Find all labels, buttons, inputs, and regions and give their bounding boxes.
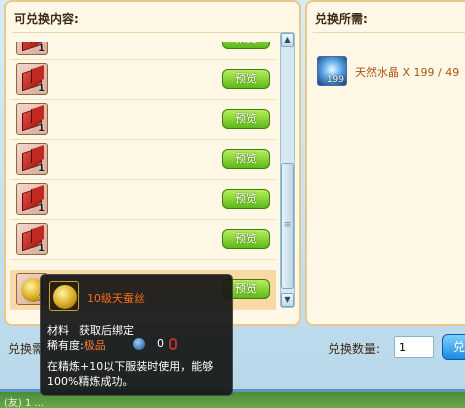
exchange-button[interactable]: 兑 <box>442 334 465 360</box>
bind-count: 0 <box>157 337 164 350</box>
preview-button[interactable]: 预览 <box>222 42 270 49</box>
scroll-down-button[interactable]: ▼ <box>281 293 294 307</box>
scroll-thumb[interactable]: ≡ <box>281 163 294 289</box>
item-count: 1 <box>38 43 45 54</box>
exchange-requirement-panel: 兑换所需: 199 天然水晶 X 199 / 49 <box>305 0 465 326</box>
item-slot-icon[interactable]: 1 <box>16 42 48 55</box>
item-count: 1 <box>38 243 45 254</box>
tooltip-item-name: 10级天蚕丝 <box>87 292 145 305</box>
list-item[interactable]: 1 预览 <box>10 100 276 140</box>
rarity-value: 极品 <box>83 339 106 352</box>
preview-button[interactable]: 预览 <box>222 149 270 169</box>
item-count: 1 <box>38 203 45 214</box>
crystal-icon[interactable]: 199 <box>317 56 347 86</box>
tooltip-description: 在精炼+10以下服装时使用，能够100%精炼成功。 <box>47 360 214 388</box>
tooltip-binding: 获取后绑定 <box>79 324 134 337</box>
preview-button[interactable]: 预览 <box>222 189 270 209</box>
item-slot-icon[interactable]: 1 <box>16 143 48 175</box>
exchange-needed-label: 兑换需 <box>8 342 45 356</box>
list-item[interactable]: 1 预览 <box>10 140 276 180</box>
item-count: 199 <box>326 75 344 85</box>
rarity-label: 稀有度: <box>47 339 84 352</box>
tooltip-item-icon <box>49 281 79 311</box>
list-item[interactable]: 1 预览 <box>10 60 276 100</box>
preview-button[interactable]: 预览 <box>222 229 270 249</box>
item-count: 1 <box>38 83 45 94</box>
item-count: 1 <box>38 163 45 174</box>
list-scrollbar[interactable]: ▲ ≡ ▼ <box>280 32 295 308</box>
quantity-label: 兑换数量: <box>328 342 381 356</box>
item-tooltip: 10级天蚕丝 材料 获取后绑定 稀有度:极品 0 在精炼+10以下服装时使用，能够… <box>40 274 233 396</box>
item-list: 1 预览 1 预览 1 预览 1 预览 1 预览 1 预览 <box>10 42 276 310</box>
requirement-text: 天然水晶 X 199 / 49 <box>355 66 460 79</box>
gem-icon <box>133 338 145 350</box>
quantity-input[interactable] <box>394 336 434 358</box>
list-item[interactable]: 1 预览 <box>10 42 276 60</box>
panel-title-requirements: 兑换所需: <box>315 12 368 26</box>
tooltip-meta: 材料 获取后绑定 <box>47 322 134 338</box>
tooltip-category: 材料 <box>47 324 69 337</box>
footer-text: (友) 1 ... <box>4 398 45 408</box>
list-item[interactable]: 1 预览 <box>10 220 276 260</box>
item-slot-icon[interactable]: 1 <box>16 63 48 95</box>
preview-button[interactable]: 预览 <box>222 69 270 89</box>
list-item[interactable]: 1 预览 <box>10 180 276 220</box>
scroll-up-button[interactable]: ▲ <box>281 33 294 47</box>
item-slot-icon[interactable]: 1 <box>16 103 48 135</box>
lock-icon <box>169 338 177 350</box>
panel-title-contents: 可兑换内容: <box>14 12 79 26</box>
item-slot-icon[interactable]: 1 <box>16 183 48 215</box>
silk-ball-icon <box>53 285 77 309</box>
preview-button[interactable]: 预览 <box>222 109 270 129</box>
item-slot-icon[interactable]: 1 <box>16 223 48 255</box>
tooltip-rarity-line: 稀有度:极品 <box>47 337 106 353</box>
item-count: 1 <box>38 123 45 134</box>
divider <box>12 32 293 33</box>
divider <box>313 32 465 33</box>
